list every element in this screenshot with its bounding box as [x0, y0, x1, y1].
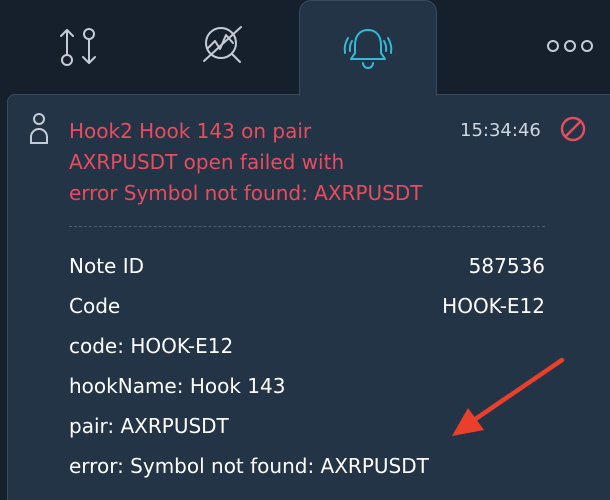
alert-message-line: error Symbol not found: AXRPUSDT: [69, 181, 423, 205]
bell-ringing-icon: [343, 28, 393, 69]
person-icon: [30, 113, 48, 144]
alert-message: Hook2 Hook 143 on pair AXRPUSDT open fai…: [69, 116, 469, 209]
tab-alerts[interactable]: [299, 0, 437, 96]
detail-value: HOOK-E12: [442, 294, 545, 318]
tab-chart[interactable]: [170, 0, 280, 92]
tab-sort[interactable]: [30, 0, 130, 92]
app-root: Hook2 Hook 143 on pair AXRPUSDT open fai…: [0, 0, 610, 500]
detail-line-error: error: Symbol not found: AXRPUSDT: [69, 454, 429, 478]
chart-search-icon: [203, 26, 242, 63]
detail-label: Note ID: [69, 254, 144, 278]
alert-timestamp: 15:34:46: [460, 120, 541, 141]
section-divider: [69, 226, 545, 227]
detail-row-code: Code HOOK-E12: [69, 286, 545, 326]
more-dots-icon: [547, 40, 593, 52]
tab-bar: [0, 0, 610, 96]
detail-row-note-id: Note ID 587536: [69, 246, 545, 286]
active-tab-connector: [300, 90, 436, 100]
annotation-arrow-icon: [452, 357, 565, 436]
alert-message-line: AXRPUSDT open failed with: [69, 150, 345, 174]
tab-more[interactable]: [535, 0, 605, 92]
sort-arrows-icon: [60, 28, 96, 66]
detail-label: Code: [69, 294, 121, 318]
alert-message-line: Hook2 Hook 143 on pair: [69, 119, 312, 143]
detail-value: 587536: [468, 254, 545, 278]
dismiss-icon[interactable]: [559, 115, 587, 143]
